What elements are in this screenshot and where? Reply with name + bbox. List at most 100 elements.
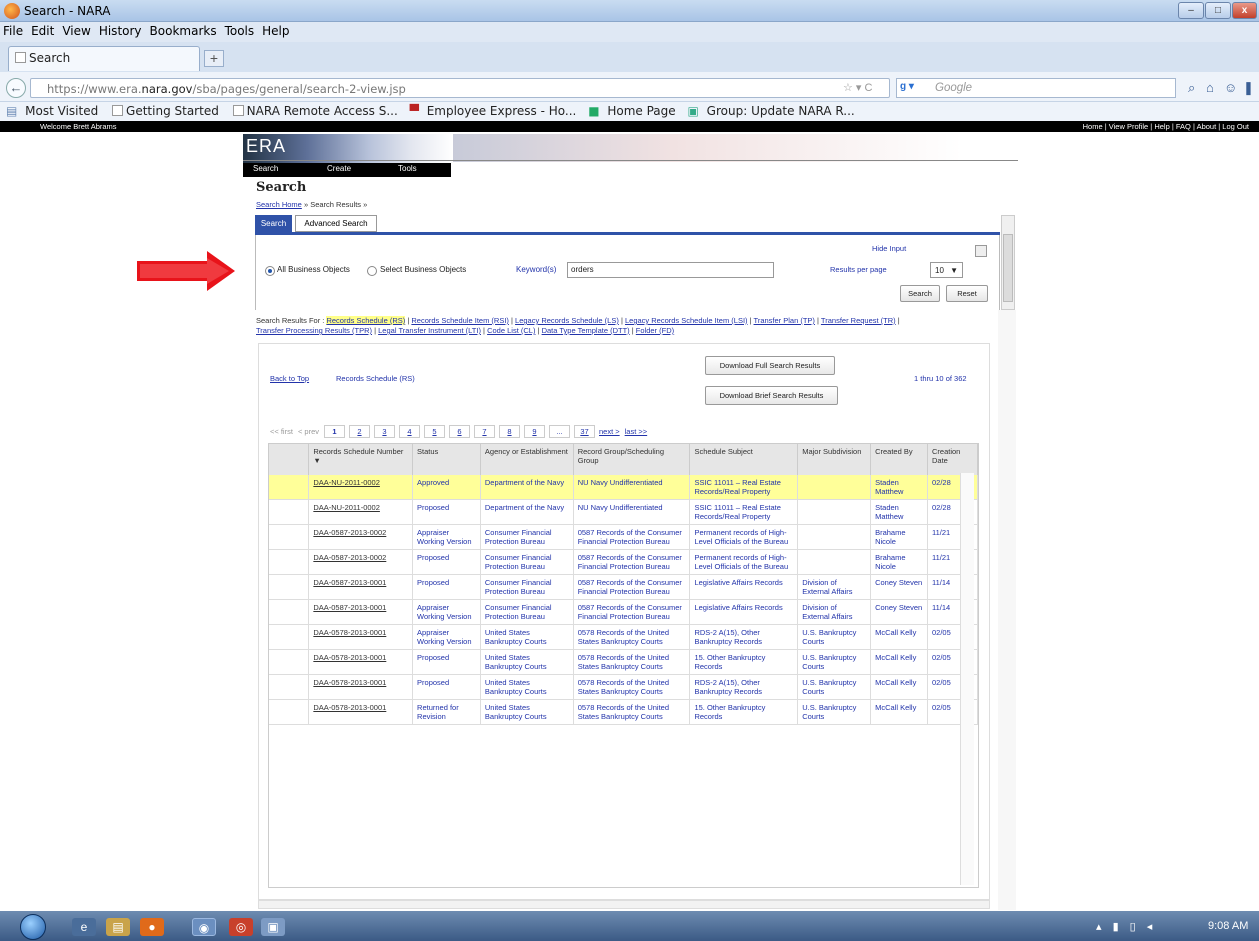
- header-creation-date[interactable]: Creation Date: [927, 444, 978, 475]
- bookmark-getting-started[interactable]: Getting Started: [110, 104, 223, 118]
- table-row[interactable]: DAA-0578-2013-0001 Proposed United States …: [269, 674, 978, 700]
- header-status[interactable]: Status: [412, 444, 481, 475]
- menu-view[interactable]: View: [59, 22, 95, 38]
- cell-schedule-number[interactable]: DAA-0578-2013-0001: [308, 674, 414, 700]
- pager-page-1[interactable]: 1: [324, 425, 345, 438]
- search-icon[interactable]: ⌕: [1188, 80, 1195, 96]
- url-controls[interactable]: ☆ ▾ C: [843, 81, 872, 94]
- header-record-group[interactable]: Record Group/Scheduling Group: [573, 444, 691, 475]
- pager-page-7[interactable]: 7: [474, 425, 495, 438]
- panel-scrollbar[interactable]: [1001, 215, 1015, 310]
- era-menu-create[interactable]: Create: [327, 164, 351, 173]
- era-menu-search[interactable]: Search: [253, 164, 278, 173]
- cell-schedule-number[interactable]: DAA-0578-2013-0001: [308, 699, 414, 725]
- bookmark-group-update[interactable]: ▣ Group: Update NARA R...: [688, 104, 859, 118]
- reset-button[interactable]: Reset: [946, 285, 988, 302]
- era-menu-tools[interactable]: Tools: [398, 164, 417, 173]
- addon-icon[interactable]: ☺: [1224, 80, 1237, 95]
- pager-page-8[interactable]: 8: [499, 425, 520, 438]
- system-tray[interactable]: ▴ ▮ ▯ ◂: [1096, 920, 1156, 933]
- app-icon[interactable]: ▣: [261, 918, 285, 936]
- header-schedule-number[interactable]: Records Schedule Number ▼: [308, 444, 414, 475]
- results-link-tr[interactable]: Transfer Request (TR): [821, 316, 896, 325]
- header-created-by[interactable]: Created By: [870, 444, 928, 475]
- results-link-tpr[interactable]: Transfer Processing Results (TPR): [256, 326, 372, 335]
- radio-select-business-objects[interactable]: [367, 266, 377, 276]
- cell-schedule-number[interactable]: DAA-NU-2011-0002: [308, 475, 414, 500]
- cell-schedule-number[interactable]: DAA-0587-2013-0001: [308, 599, 414, 625]
- table-row[interactable]: DAA-NU-2011-0002 Approved Department of th…: [269, 475, 978, 500]
- cell-schedule-number[interactable]: DAA-0587-2013-0002: [308, 524, 414, 550]
- minimize-button[interactable]: –: [1178, 2, 1204, 19]
- menu-bookmarks[interactable]: Bookmarks: [147, 22, 222, 38]
- table-scrollbar[interactable]: [960, 473, 974, 885]
- bookmark-most-visited[interactable]: ▤ Most Visited: [6, 104, 102, 118]
- start-button[interactable]: [20, 914, 46, 940]
- firefox-taskbar-icon[interactable]: ◉: [192, 918, 216, 936]
- menu-edit[interactable]: Edit: [28, 22, 59, 38]
- back-button[interactable]: ←: [6, 78, 26, 98]
- pager-page-37[interactable]: 37: [574, 425, 595, 438]
- browser-tab[interactable]: Search: [8, 46, 200, 71]
- results-link-dtt[interactable]: Data Type Template (DTT): [542, 326, 630, 335]
- scrollbar-thumb[interactable]: [1003, 234, 1013, 302]
- hide-input-link[interactable]: Hide Input: [872, 244, 906, 253]
- pager-next[interactable]: next >: [599, 427, 620, 436]
- pager-page-3[interactable]: 3: [374, 425, 395, 438]
- bookmark-employee-express[interactable]: ▀ Employee Express - Ho...: [410, 104, 581, 118]
- top-links[interactable]: Home | View Profile | Help | FAQ | About…: [1083, 121, 1249, 132]
- results-link-rs[interactable]: Records Schedule (RS): [326, 316, 406, 325]
- bookmark-nara-remote[interactable]: NARA Remote Access S...: [231, 104, 402, 118]
- maximize-button[interactable]: □: [1205, 2, 1231, 19]
- bookmark-home-page[interactable]: ■ Home Page: [588, 104, 679, 118]
- menu-history[interactable]: History: [96, 22, 147, 38]
- close-button[interactable]: x: [1232, 2, 1257, 19]
- download-full-results-button[interactable]: Download Full Search Results: [705, 356, 835, 375]
- table-row[interactable]: DAA-0578-2013-0001 Proposed United States …: [269, 649, 978, 675]
- chrome-icon[interactable]: ◎: [229, 918, 253, 936]
- table-row[interactable]: DAA-0578-2013-0001 Returned for Revision U…: [269, 699, 978, 725]
- menu-help[interactable]: Help: [259, 22, 294, 38]
- pager-page-5[interactable]: 5: [424, 425, 445, 438]
- hide-input-checkbox[interactable]: [975, 245, 987, 257]
- cell-schedule-number[interactable]: DAA-0587-2013-0001: [308, 574, 414, 600]
- horizontal-scrollbar[interactable]: [258, 900, 990, 909]
- pager-page-6[interactable]: 6: [449, 425, 470, 438]
- google-icon[interactable]: g ▾: [900, 81, 914, 92]
- folder-icon[interactable]: ▤: [106, 918, 130, 936]
- page-scrollbar[interactable]: [998, 310, 1016, 910]
- back-to-top-link[interactable]: Back to Top: [270, 374, 309, 383]
- header-major-subdivision[interactable]: Major Subdivision: [797, 444, 872, 475]
- menu-tools[interactable]: Tools: [222, 22, 260, 38]
- table-row[interactable]: DAA-0587-2013-0002 Proposed Consumer Finan…: [269, 549, 978, 575]
- radio-all-business-objects[interactable]: [265, 266, 275, 276]
- results-link-lti[interactable]: Legal Transfer Instrument (LTI): [378, 326, 481, 335]
- pager-page-4[interactable]: 4: [399, 425, 420, 438]
- menu-file[interactable]: File: [0, 22, 28, 38]
- results-link-rsi[interactable]: Records Schedule Item (RSI): [411, 316, 509, 325]
- table-row[interactable]: DAA-0587-2013-0001 Proposed Consumer Finan…: [269, 574, 978, 600]
- ie-icon[interactable]: e: [72, 918, 96, 936]
- tab-advanced-search[interactable]: Advanced Search: [295, 215, 377, 232]
- cell-schedule-number[interactable]: DAA-0578-2013-0001: [308, 649, 414, 675]
- home-icon[interactable]: ⌂: [1206, 80, 1214, 95]
- table-row[interactable]: DAA-0587-2013-0001 Appraiser Working Vers…: [269, 599, 978, 625]
- tab-search[interactable]: Search: [255, 215, 292, 232]
- results-link-tp[interactable]: Transfer Plan (TP): [754, 316, 815, 325]
- table-row[interactable]: DAA-NU-2011-0002 Proposed Department of th…: [269, 499, 978, 525]
- bookmark-icon[interactable]: ❚: [1243, 80, 1254, 96]
- download-brief-results-button[interactable]: Download Brief Search Results: [705, 386, 838, 405]
- cell-schedule-number[interactable]: DAA-0587-2013-0002: [308, 549, 414, 575]
- cell-schedule-number[interactable]: DAA-0578-2013-0001: [308, 624, 414, 650]
- results-link-fd[interactable]: Folder (FD): [636, 326, 674, 335]
- results-link-lsi[interactable]: Legacy Records Schedule Item (LSI): [625, 316, 748, 325]
- results-per-page-select[interactable]: 10 ▼: [930, 262, 963, 278]
- pager-page-9[interactable]: 9: [524, 425, 545, 438]
- results-link-cl[interactable]: Code List (CL): [487, 326, 535, 335]
- table-row[interactable]: DAA-0578-2013-0001 Appraiser Working Vers…: [269, 624, 978, 650]
- table-row[interactable]: DAA-0587-2013-0002 Appraiser Working Vers…: [269, 524, 978, 550]
- breadcrumb-search-home[interactable]: Search Home: [256, 200, 302, 209]
- media-icon[interactable]: ●: [140, 918, 164, 936]
- header-schedule-subject[interactable]: Schedule Subject: [689, 444, 799, 475]
- search-button[interactable]: Search: [900, 285, 940, 302]
